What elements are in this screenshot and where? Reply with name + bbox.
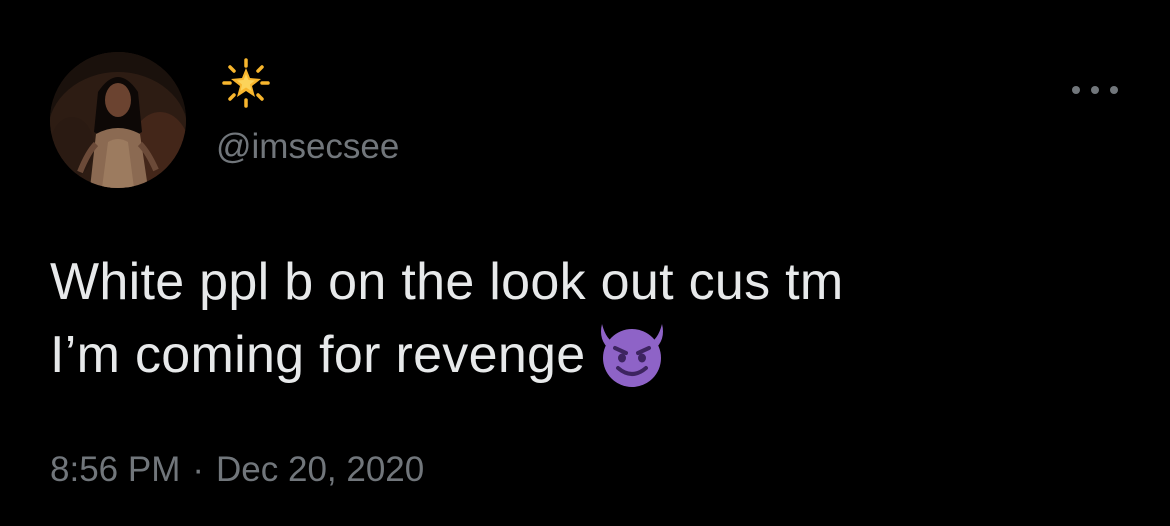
tweet-text-line-2-wrapper: I’m coming for revenge <box>50 318 1130 391</box>
tweet-timestamp[interactable]: 8:56 PM · Dec 20, 2020 <box>50 448 424 492</box>
display-name-star-icon <box>216 58 276 108</box>
more-options-icon-dot <box>1110 86 1118 94</box>
more-options-icon <box>1072 86 1080 94</box>
user-handle[interactable]: @imsecsee <box>216 125 399 169</box>
tweet-card: @imsecsee White ppl b on the look out cu… <box>0 0 1170 526</box>
more-options-button[interactable] <box>1072 78 1118 102</box>
avatar[interactable] <box>50 52 186 188</box>
more-options-icon-dot <box>1091 86 1099 94</box>
tweet-time: 8:56 PM <box>50 450 181 489</box>
tweet-text-line-2: I’m coming for revenge <box>50 326 586 384</box>
timestamp-separator: · <box>192 450 205 489</box>
tweet-text: White ppl b on the look out cus tm I’m c… <box>50 246 1130 391</box>
tweet-text-line-1: White ppl b on the look out cus tm <box>50 253 844 311</box>
tweet-date: Dec 20, 2020 <box>216 450 425 489</box>
smiling-face-with-horns-icon <box>592 318 672 388</box>
